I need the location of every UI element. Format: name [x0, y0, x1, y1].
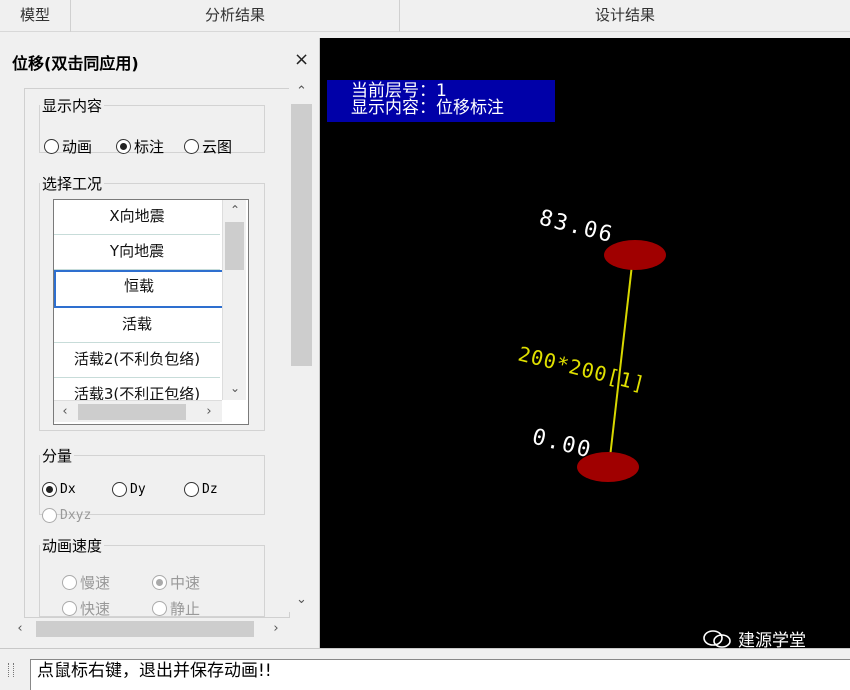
radio-label: 静止 [170, 600, 201, 618]
graphics-viewport[interactable]: 当前层号：1 显示内容：位移标注 83.06 0.00 200*200[1] 建… [320, 38, 850, 651]
radio-slow: 慢速 [62, 572, 110, 593]
display-content-group: 显示内容 动画 标注 云图 [39, 95, 265, 156]
radio-dx[interactable]: Dx [42, 482, 76, 497]
panel-scroll-area: 显示内容 动画 标注 云图 选择工况 X向地震 Y向地震 恒载 活载 活载2(不… [24, 88, 290, 618]
radio-circle [44, 139, 59, 154]
radio-circle [184, 139, 199, 154]
listbox-horizontal-scrollbar[interactable]: ‹ › [54, 400, 222, 422]
list-item-x-seismic[interactable]: X向地震 [54, 200, 220, 235]
scrollbar-thumb[interactable] [291, 104, 312, 366]
load-case-listbox[interactable]: X向地震 Y向地震 恒载 活载 活载2(不利负包络) 活载3(不利正包络) ⌃ … [53, 199, 249, 425]
animation-speed-legend: 动画速度 [42, 537, 103, 555]
radio-dxyz: Dxyz [42, 508, 91, 523]
scroll-up-icon[interactable]: ⌃ [289, 82, 314, 102]
radio-annotation[interactable]: 标注 [116, 136, 164, 157]
radio-label: 动画 [62, 138, 93, 156]
display-content-legend: 显示内容 [42, 97, 103, 115]
listbox-vertical-scrollbar[interactable]: ⌃ ⌄ [222, 200, 246, 400]
grip-icon [8, 663, 14, 677]
top-node [604, 240, 666, 270]
status-message: 点鼠标右键，退出并保存动画!! [30, 659, 850, 690]
radio-fast: 快速 [62, 598, 110, 619]
member-section-label: 200*200[1] [516, 342, 648, 397]
component-legend: 分量 [42, 447, 73, 465]
radio-label: 中速 [170, 574, 201, 592]
scroll-down-icon[interactable]: ⌄ [289, 590, 314, 610]
scroll-left-icon[interactable]: ‹ [56, 401, 74, 423]
column-member [608, 255, 634, 467]
tab-model[interactable]: 模型 [0, 0, 70, 32]
radio-label: Dx [60, 482, 76, 497]
close-icon[interactable]: × [294, 49, 309, 70]
radio-contour[interactable]: 云图 [184, 136, 232, 157]
bottom-displacement-value: 0.00 [530, 425, 595, 464]
panel-title: 位移(双击同应用) [12, 54, 139, 73]
scroll-left-icon[interactable]: ‹ [10, 618, 30, 640]
radio-label: Dy [130, 482, 146, 497]
radio-label: 云图 [202, 138, 233, 156]
scroll-down-icon[interactable]: ⌄ [223, 378, 247, 398]
top-tab-bar: 模型 分析结果 设计结果 [0, 0, 850, 32]
radio-dy[interactable]: Dy [112, 482, 146, 497]
wechat-icon [703, 629, 731, 648]
load-case-legend: 选择工况 [42, 175, 103, 193]
tab-design-results[interactable]: 设计结果 [400, 0, 850, 32]
radio-stop: 静止 [152, 598, 200, 619]
list-item-live-load-2[interactable]: 活载2(不利负包络) [54, 343, 220, 378]
list-item-dead-load[interactable]: 恒载 [54, 270, 224, 308]
displacement-panel: 位移(双击同应用) × 显示内容 动画 标注 云图 选择工况 X向地震 Y向地震 [0, 38, 320, 648]
list-item-y-seismic[interactable]: Y向地震 [54, 235, 220, 270]
radio-label: Dz [202, 482, 218, 497]
radio-circle [112, 482, 127, 497]
status-bar: 点鼠标右键，退出并保存动画!! [0, 648, 850, 690]
scroll-right-icon[interactable]: › [266, 618, 286, 640]
animation-speed-group: 动画速度 慢速 中速 快速 静止 [39, 535, 265, 619]
component-group: 分量 Dx Dy Dz Dxyz [39, 445, 265, 523]
panel-horizontal-scrollbar[interactable]: ‹ › [0, 618, 290, 640]
scrollbar-thumb[interactable] [36, 621, 254, 637]
scroll-right-icon[interactable]: › [200, 401, 218, 423]
radio-circle-disabled [152, 601, 167, 616]
radio-label: 标注 [134, 138, 165, 156]
tab-analysis-results[interactable]: 分析结果 [71, 0, 399, 32]
top-displacement-value: 83.06 [537, 206, 617, 249]
radio-circle-disabled [62, 601, 77, 616]
radio-circle-selected [116, 139, 131, 154]
radio-circle-disabled [42, 508, 57, 523]
structure-drawing: 83.06 0.00 200*200[1] [516, 206, 666, 482]
scrollbar-thumb[interactable] [225, 222, 244, 270]
radio-label: 快速 [80, 600, 111, 618]
radio-dz[interactable]: Dz [184, 482, 218, 497]
radio-circle-selected [42, 482, 57, 497]
radio-circle-disabled [62, 575, 77, 590]
radio-label: 慢速 [80, 574, 111, 592]
radio-circle [184, 482, 199, 497]
radio-animation[interactable]: 动画 [44, 136, 92, 157]
panel-vertical-scrollbar[interactable]: ⌃ ⌄ [289, 82, 314, 612]
radio-label: Dxyz [60, 508, 92, 523]
scroll-up-icon[interactable]: ⌃ [223, 200, 247, 220]
scrollbar-thumb[interactable] [78, 404, 186, 420]
radio-medium: 中速 [152, 572, 200, 593]
list-item-live-load[interactable]: 活载 [54, 308, 220, 343]
radio-circle-disabled-selected [152, 575, 167, 590]
